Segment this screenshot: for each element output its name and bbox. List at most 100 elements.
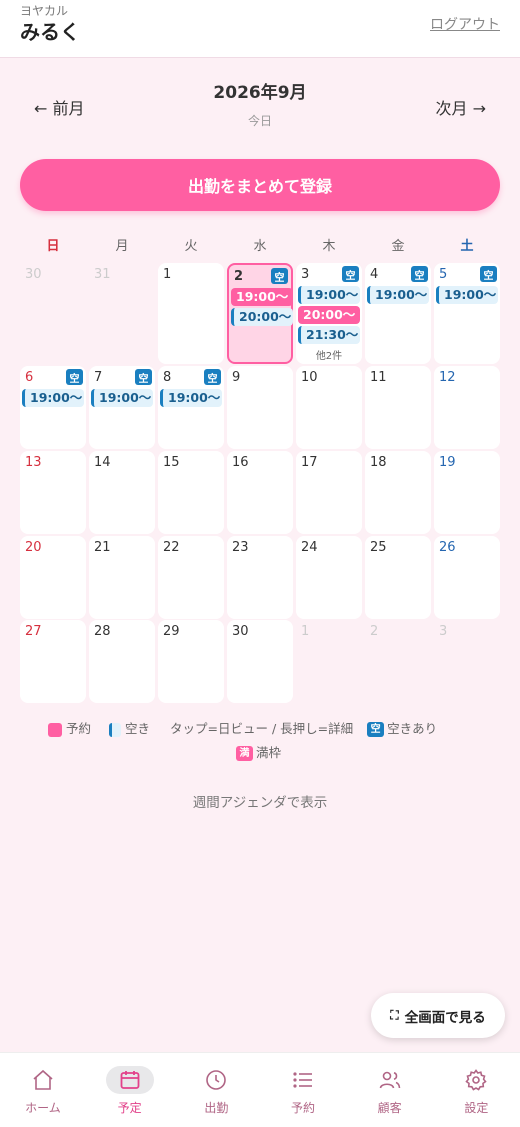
calendar-day-cell[interactable]: 10 xyxy=(296,366,362,449)
weekday-0: 日 xyxy=(46,239,60,254)
calendar-day-cell[interactable]: 16 xyxy=(227,451,293,534)
home-icon xyxy=(19,1066,67,1094)
reservation-chip[interactable]: 20:00〜 xyxy=(298,306,360,324)
weekly-agenda-link[interactable]: 週間アジェンダで表示 xyxy=(0,791,520,811)
calendar-day-cell[interactable]: 22 xyxy=(158,536,224,619)
day-number: 13 xyxy=(25,455,42,470)
logout-link[interactable]: ログアウト xyxy=(430,14,500,34)
calendar-day-cell[interactable]: 3 空 19:00〜 20:00〜 21:30〜 他2件 xyxy=(296,263,362,364)
calendar-day-cell[interactable]: 1 xyxy=(158,263,224,364)
calendar-day-cell[interactable]: 7 空 19:00〜 xyxy=(89,366,155,449)
reservation-chip[interactable]: 19:00〜 xyxy=(231,288,293,306)
available-slot-chip[interactable]: 19:00〜 xyxy=(160,389,222,407)
calendar-day-cell[interactable]: 11 xyxy=(365,366,431,449)
calendar-day-cell[interactable]: 27 xyxy=(20,620,86,703)
calendar-day-cell[interactable]: 2 空 19:00〜 20:00〜 xyxy=(227,263,293,364)
calendar-day-cell[interactable]: 28 xyxy=(89,620,155,703)
user-name: みるく xyxy=(20,20,80,44)
calendar-day-cell[interactable]: 29 xyxy=(158,620,224,703)
day-number: 9 xyxy=(232,370,241,385)
availability-badge: 空 xyxy=(411,266,428,282)
nav-item-3[interactable]: 予約 xyxy=(260,1053,346,1127)
available-slot-chip[interactable]: 19:00〜 xyxy=(22,389,84,407)
day-number: 8 xyxy=(163,370,172,385)
calendar-day-cell[interactable]: 5 空 19:00〜 xyxy=(434,263,500,364)
calendar-day-cell[interactable]: 23 xyxy=(227,536,293,619)
day-number: 2 xyxy=(234,269,244,284)
day-number: 20 xyxy=(25,540,42,555)
nav-item-4[interactable]: 顧客 xyxy=(347,1053,433,1127)
nav-label: 設定 xyxy=(464,1101,489,1115)
bottom-nav: ホーム 予定 出勤 予約 顧客 設定 xyxy=(0,1052,520,1127)
day-number: 3 xyxy=(439,624,448,639)
calendar-day-cell[interactable]: 13 xyxy=(20,451,86,534)
legend-reserved: 予約 xyxy=(66,721,92,736)
available-slot-chip[interactable]: 20:00〜 xyxy=(231,308,293,326)
fullscreen-button[interactable]: ⛶ 全画面で見る xyxy=(371,993,505,1038)
clock-icon xyxy=(192,1066,240,1094)
calendar-day-cell[interactable]: 4 空 19:00〜 xyxy=(365,263,431,364)
nav-label: 顧客 xyxy=(377,1101,402,1115)
day-number: 30 xyxy=(232,624,249,639)
weekday-4: 木 xyxy=(322,239,336,254)
calendar-day-cell: 2 xyxy=(365,620,431,703)
day-number: 23 xyxy=(232,540,249,555)
calendar-day-cell[interactable]: 8 空 19:00〜 xyxy=(158,366,224,449)
next-month-button[interactable]: 次月 → xyxy=(436,95,487,119)
day-number: 28 xyxy=(94,624,111,639)
day-number: 7 xyxy=(94,370,103,385)
weekday-3: 水 xyxy=(253,239,267,254)
availability-badge: 空 xyxy=(204,369,221,385)
availability-badge: 空 xyxy=(480,266,497,282)
legend-badge-available-label: 空きあり xyxy=(387,721,438,736)
day-number: 11 xyxy=(370,370,387,385)
available-slot-chip[interactable]: 21:30〜 xyxy=(298,326,360,344)
calendar-day-cell[interactable]: 6 空 19:00〜 xyxy=(20,366,86,449)
day-number: 26 xyxy=(439,540,456,555)
legend-available: 空き xyxy=(125,721,151,736)
reserved-swatch xyxy=(48,722,62,737)
fullscreen-label: 全画面で見る xyxy=(404,1009,486,1026)
bulk-register-shift-button[interactable]: 出勤をまとめて登録 xyxy=(20,159,500,211)
calendar-day-cell[interactable]: 12 xyxy=(434,366,500,449)
calendar-day-cell: 3 xyxy=(434,620,500,703)
calendar-day-cell[interactable]: 14 xyxy=(89,451,155,534)
calendar-day-cell[interactable]: 18 xyxy=(365,451,431,534)
day-number: 1 xyxy=(163,267,172,282)
day-number: 29 xyxy=(163,624,180,639)
calendar-day-cell[interactable]: 25 xyxy=(365,536,431,619)
calendar-day-cell[interactable]: 30 xyxy=(227,620,293,703)
gear-icon xyxy=(452,1066,500,1094)
more-events-label[interactable]: 他2件 xyxy=(296,347,362,362)
availability-badge: 空 xyxy=(66,369,83,385)
nav-item-0[interactable]: ホーム xyxy=(0,1053,86,1127)
day-number: 10 xyxy=(301,370,318,385)
day-number: 27 xyxy=(25,624,42,639)
nav-label: 出勤 xyxy=(204,1101,229,1115)
list-icon xyxy=(279,1066,327,1094)
calendar-day-cell[interactable]: 21 xyxy=(89,536,155,619)
calendar-day-cell[interactable]: 9 xyxy=(227,366,293,449)
nav-item-1[interactable]: 予定 xyxy=(87,1053,173,1127)
legend-badge-available: 空 xyxy=(367,722,385,737)
available-swatch xyxy=(109,722,121,737)
day-number: 19 xyxy=(439,455,456,470)
calendar-day-cell[interactable]: 24 xyxy=(296,536,362,619)
day-number: 12 xyxy=(439,370,456,385)
available-slot-chip[interactable]: 19:00〜 xyxy=(298,286,360,304)
available-slot-chip[interactable]: 19:00〜 xyxy=(91,389,153,407)
weekday-5: 金 xyxy=(391,239,405,254)
calendar-day-cell[interactable]: 19 xyxy=(434,451,500,534)
available-slot-chip[interactable]: 19:00〜 xyxy=(436,286,498,304)
calendar-icon xyxy=(105,1066,154,1094)
app-header: ヨヤカル みるく ログアウト xyxy=(0,0,520,58)
available-slot-chip[interactable]: 19:00〜 xyxy=(367,286,429,304)
calendar-day-cell[interactable]: 26 xyxy=(434,536,500,619)
nav-item-5[interactable]: 設定 xyxy=(433,1053,519,1127)
calendar-day-cell[interactable]: 15 xyxy=(158,451,224,534)
calendar-day-cell: 30 xyxy=(20,263,86,364)
nav-item-2[interactable]: 出勤 xyxy=(173,1053,259,1127)
calendar-day-cell[interactable]: 17 xyxy=(296,451,362,534)
availability-badge: 空 xyxy=(342,266,359,282)
calendar-day-cell[interactable]: 20 xyxy=(20,536,86,619)
